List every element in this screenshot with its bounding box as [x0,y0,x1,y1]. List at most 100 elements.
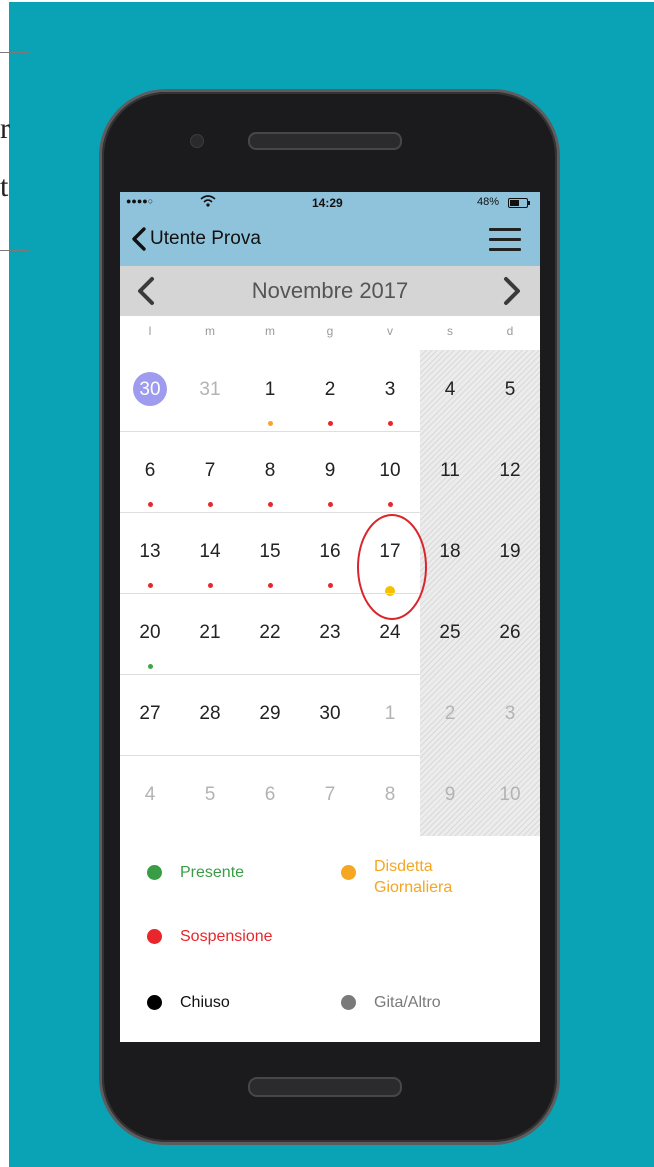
status-dot [148,583,153,588]
day-number: 26 [499,622,521,643]
day-number: 23 [319,622,341,643]
calendar-day[interactable]: 3 [480,674,540,755]
calendar-day[interactable]: 5 [180,755,240,836]
calendar-day[interactable]: 30 [120,350,180,431]
edge-text-fragment: t [0,170,9,203]
chevron-right-icon[interactable] [500,274,524,308]
day-number: 22 [259,622,281,643]
month-bar: Novembre 2017 [120,266,540,316]
calendar-day[interactable]: 4 [420,350,480,431]
chevron-left-icon[interactable] [126,225,152,253]
day-number: 30 [319,703,341,724]
calendar-day[interactable]: 9 [300,431,360,512]
calendar-day[interactable]: 12 [480,431,540,512]
phone-frame: ●●●●○ 14:29 48% Utente Prova Novembre 20… [102,92,557,1142]
day-number: 2 [324,379,336,400]
wifi-icon [200,195,216,210]
battery-percent: 48% [477,196,500,208]
calendar-day[interactable]: 20 [120,593,180,674]
calendar-day[interactable]: 31 [180,350,240,431]
legend-dot [147,995,162,1010]
calendar-day[interactable]: 9 [420,755,480,836]
month-title: Novembre 2017 [251,278,409,303]
speaker-grille [248,132,402,150]
calendar-day[interactable]: 8 [240,431,300,512]
status-time: 14:29 [312,196,343,210]
calendar-day[interactable]: 7 [180,431,240,512]
weekday-label: l [148,324,152,338]
battery-icon [508,198,530,208]
weekday-label: g [326,324,334,338]
calendar-day[interactable]: 1 [360,674,420,755]
calendar-day[interactable]: 16 [300,512,360,593]
calendar-day[interactable]: 4 [120,755,180,836]
weekday-label: m [265,324,275,338]
calendar-day[interactable]: 19 [480,512,540,593]
day-number: 6 [264,784,276,805]
nav-title[interactable]: Utente Prova [150,228,261,250]
calendar-day[interactable]: 6 [240,755,300,836]
day-number: 16 [319,541,341,562]
day-number: 19 [499,541,521,562]
day-number: 18 [439,541,461,562]
day-number: 24 [379,622,401,643]
calendar-day[interactable]: 10 [360,431,420,512]
calendar-day[interactable]: 23 [300,593,360,674]
day-number: 30 [139,379,161,400]
calendar-day[interactable]: 8 [360,755,420,836]
phone-screen: ●●●●○ 14:29 48% Utente Prova Novembre 20… [120,192,540,1042]
camera-icon [190,134,204,148]
day-number: 9 [324,460,336,481]
weekday-label: s [447,324,453,338]
day-number: 12 [499,460,521,481]
day-number: 15 [259,541,281,562]
calendar-day[interactable]: 29 [240,674,300,755]
status-dot [268,421,273,426]
day-number: 2 [444,703,456,724]
day-number: 10 [379,460,401,481]
calendar-day[interactable]: 22 [240,593,300,674]
calendar-day[interactable]: 15 [240,512,300,593]
home-button[interactable] [248,1077,402,1097]
day-number: 1 [384,703,396,724]
calendar-day[interactable]: 7 [300,755,360,836]
legend-label: Disdetta Giornaliera [374,858,453,896]
edge-text-fragment: r [0,112,10,145]
calendar-day[interactable]: 27 [120,674,180,755]
day-number: 1 [264,379,276,400]
day-number: 21 [199,622,221,643]
status-dot [148,664,153,669]
calendar-day[interactable]: 2 [300,350,360,431]
hamburger-menu-icon[interactable] [489,228,521,252]
day-number: 3 [504,703,516,724]
legend-dot [341,995,356,1010]
weekday-label: m [205,324,215,338]
calendar-day[interactable]: 13 [120,512,180,593]
calendar-day[interactable]: 11 [420,431,480,512]
day-number: 6 [144,460,156,481]
calendar-day[interactable]: 30 [300,674,360,755]
calendar-day[interactable]: 18 [420,512,480,593]
legend-label: Gita/Altro [374,994,441,1011]
day-number: 4 [144,784,156,805]
edge-line [0,250,30,251]
calendar-day[interactable]: 5 [480,350,540,431]
status-dot [268,583,273,588]
calendar-day[interactable]: 10 [480,755,540,836]
calendar-day[interactable]: 26 [480,593,540,674]
status-bar: ●●●●○ 14:29 48% [120,192,540,214]
calendar-day[interactable]: 25 [420,593,480,674]
status-dot [268,502,273,507]
day-number: 31 [199,379,221,400]
calendar-day[interactable]: 6 [120,431,180,512]
calendar-day[interactable]: 14 [180,512,240,593]
status-dot [148,502,153,507]
calendar-day[interactable]: 28 [180,674,240,755]
weekday-header: lmmgvsd [120,316,540,350]
calendar-day[interactable]: 3 [360,350,420,431]
weekday-label: d [506,324,514,338]
calendar-day[interactable]: 1 [240,350,300,431]
calendar-day[interactable]: 21 [180,593,240,674]
calendar-day[interactable]: 2 [420,674,480,755]
legend-dot [341,865,356,880]
